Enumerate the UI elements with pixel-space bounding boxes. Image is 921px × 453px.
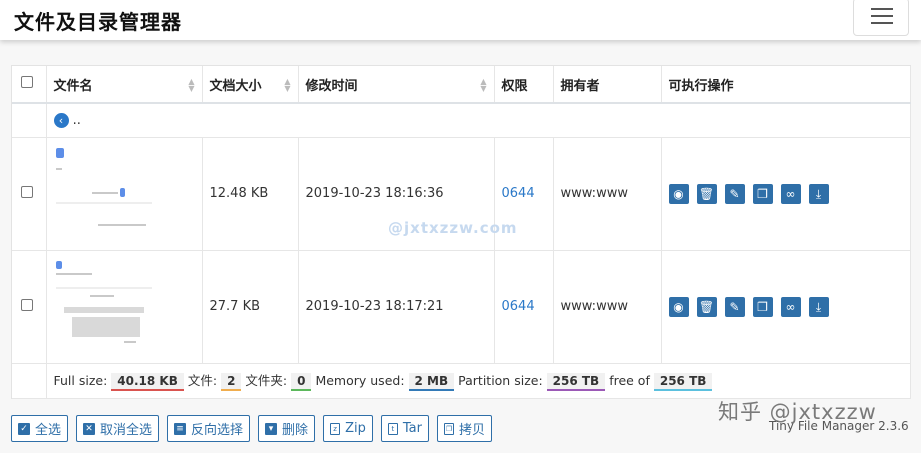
full-size-label: Full size: — [53, 373, 108, 388]
sort-icon: ▲ ▼ — [188, 77, 195, 93]
full-size-badge: 40.18 KB — [111, 373, 184, 391]
edit-icon[interactable]: ✎ — [724, 296, 745, 317]
header-size[interactable]: 文档大小 ▲ ▼ — [202, 66, 299, 104]
invert-selection-button[interactable]: ≡ 反向选择 — [167, 415, 251, 442]
parent-dir-link[interactable]: .. — [73, 113, 81, 128]
tar-button[interactable]: t Tar — [380, 415, 429, 442]
header-actions: 可执行操作 — [661, 66, 911, 104]
back-arrow-icon[interactable]: ‹ — [53, 112, 69, 128]
header-perms: 权限 — [494, 66, 554, 104]
file-thumbnail[interactable] — [54, 146, 155, 241]
memory-badge: 2 MB — [408, 373, 455, 391]
partition-badge: 256 TB — [546, 373, 606, 391]
partition-label: Partition size: — [458, 373, 543, 388]
zip-button[interactable]: z Zip — [323, 415, 373, 442]
eye-icon[interactable]: ◉ — [668, 296, 689, 317]
file-thumbnail[interactable] — [54, 259, 155, 354]
copy-icon[interactable]: ❐ — [752, 296, 773, 317]
folders-label: 文件夹: — [245, 373, 288, 388]
table-header-row: 文件名 ▲ ▼ 文档大小 ▲ ▼ 修改时间 ▲ ▼ 权限 拥有者 可执行操作 — [12, 66, 911, 104]
row-actions: ◉ 🗑 ✎ ❐ ∞ ⤓ — [668, 183, 910, 204]
row-actions: ◉ 🗑 ✎ ❐ ∞ ⤓ — [668, 296, 910, 317]
link-icon[interactable]: ∞ — [780, 183, 801, 204]
menu-toggle-button[interactable] — [853, 0, 909, 36]
select-all-button[interactable]: ✓ 全选 — [11, 415, 69, 442]
download-icon[interactable]: ⤓ — [808, 296, 829, 317]
list-icon: ≡ — [174, 422, 187, 435]
memory-label: Memory used: — [315, 373, 405, 388]
copy-icon[interactable]: ❐ — [752, 183, 773, 204]
files-label: 文件: — [187, 373, 218, 388]
link-icon[interactable]: ∞ — [780, 296, 801, 317]
file-modified: 2019-10-23 18:17:21 — [298, 250, 495, 364]
sort-icon: ▲ ▼ — [284, 77, 291, 93]
file-zip-icon: z — [330, 422, 341, 435]
summary-row: Full size: 40.18 KB 文件: 2 文件夹: 0 Memory … — [12, 363, 911, 399]
x-square-icon: ✕ — [83, 422, 96, 435]
files-badge: 2 — [221, 373, 242, 391]
file-owner: www:www — [553, 137, 662, 251]
header-owner: 拥有者 — [553, 66, 662, 104]
copy-button[interactable]: ❐ 拷贝 — [436, 415, 492, 442]
file-owner: www:www — [553, 250, 662, 364]
header-modified[interactable]: 修改时间 ▲ ▼ — [298, 66, 495, 104]
delete-button[interactable]: ▾ 删除 — [258, 415, 316, 442]
table-row: 27.7 KB 2019-10-23 18:17:21 0644 www:www… — [12, 250, 911, 364]
header-filename[interactable]: 文件名 ▲ ▼ — [46, 66, 203, 104]
folders-badge: 0 — [291, 373, 312, 391]
download-icon[interactable]: ⤓ — [808, 183, 829, 204]
select-all-checkbox[interactable] — [21, 76, 33, 88]
trash-icon: ▾ — [265, 422, 278, 435]
free-label: free of — [609, 373, 650, 388]
navbar: 文件及目录管理器 — [0, 0, 921, 40]
app-title: 文件及目录管理器 — [14, 10, 182, 34]
perms-link[interactable]: 0644 — [502, 299, 535, 314]
file-archive-icon: t — [387, 422, 398, 435]
center-watermark: @jxtxzzw.com — [388, 219, 518, 237]
trash-icon[interactable]: 🗑 — [696, 183, 717, 204]
sort-icon: ▲ ▼ — [480, 77, 487, 93]
edit-icon[interactable]: ✎ — [724, 183, 745, 204]
perms-link[interactable]: 0644 — [502, 186, 535, 201]
file-size: 12.48 KB — [202, 137, 299, 251]
select-all-header — [12, 66, 47, 104]
bulk-action-bar: ✓ 全选 ✕ 取消全选 ≡ 反向选择 ▾ 删除 z Zip t Tar ❐ 拷贝 — [11, 415, 492, 442]
version-text: Tiny File Manager 2.3.6 — [769, 419, 909, 433]
eye-icon[interactable]: ◉ — [668, 183, 689, 204]
trash-icon[interactable]: 🗑 — [696, 296, 717, 317]
hamburger-icon — [871, 8, 893, 10]
file-size: 27.7 KB — [202, 250, 299, 364]
check-square-icon: ✓ — [18, 422, 30, 435]
copy-icon: ❐ — [443, 422, 454, 435]
row-checkbox[interactable] — [21, 298, 33, 311]
free-badge: 256 TB — [653, 373, 713, 391]
row-checkbox[interactable] — [21, 185, 33, 198]
deselect-all-button[interactable]: ✕ 取消全选 — [76, 415, 160, 442]
parent-dir-row[interactable]: ‹ .. — [12, 103, 911, 138]
